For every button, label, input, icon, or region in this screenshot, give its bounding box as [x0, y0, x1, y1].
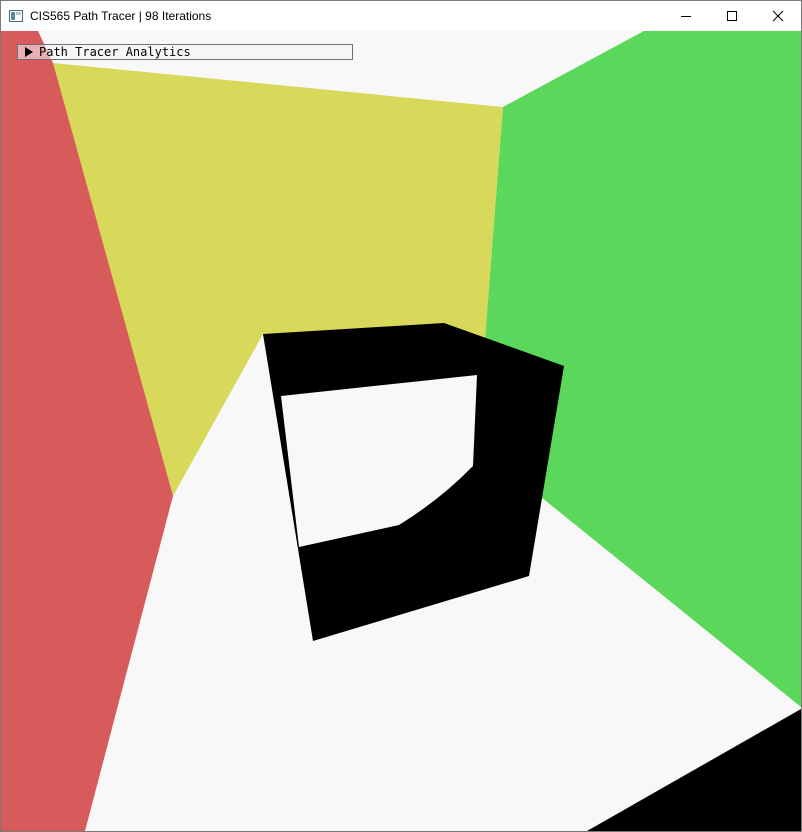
- triangle-right-icon: [22, 45, 36, 59]
- close-icon: [772, 10, 784, 22]
- application-window-icon: [9, 10, 23, 22]
- render-viewport[interactable]: Path Tracer Analytics: [1, 31, 801, 831]
- analytics-panel-label: Path Tracer Analytics: [39, 45, 191, 59]
- minimize-button[interactable]: [663, 1, 709, 31]
- maximize-button[interactable]: [709, 1, 755, 31]
- cornell-box-render: [1, 31, 801, 831]
- analytics-panel-header[interactable]: Path Tracer Analytics: [17, 44, 353, 60]
- window-controls: [663, 1, 801, 31]
- app-window: CIS565 Path Tracer | 98 Iterations Path …: [0, 0, 802, 832]
- close-button[interactable]: [755, 1, 801, 31]
- maximize-icon: [727, 11, 737, 21]
- title-bar[interactable]: CIS565 Path Tracer | 98 Iterations: [1, 1, 801, 31]
- window-title: CIS565 Path Tracer | 98 Iterations: [30, 9, 212, 23]
- minimize-icon: [681, 16, 691, 17]
